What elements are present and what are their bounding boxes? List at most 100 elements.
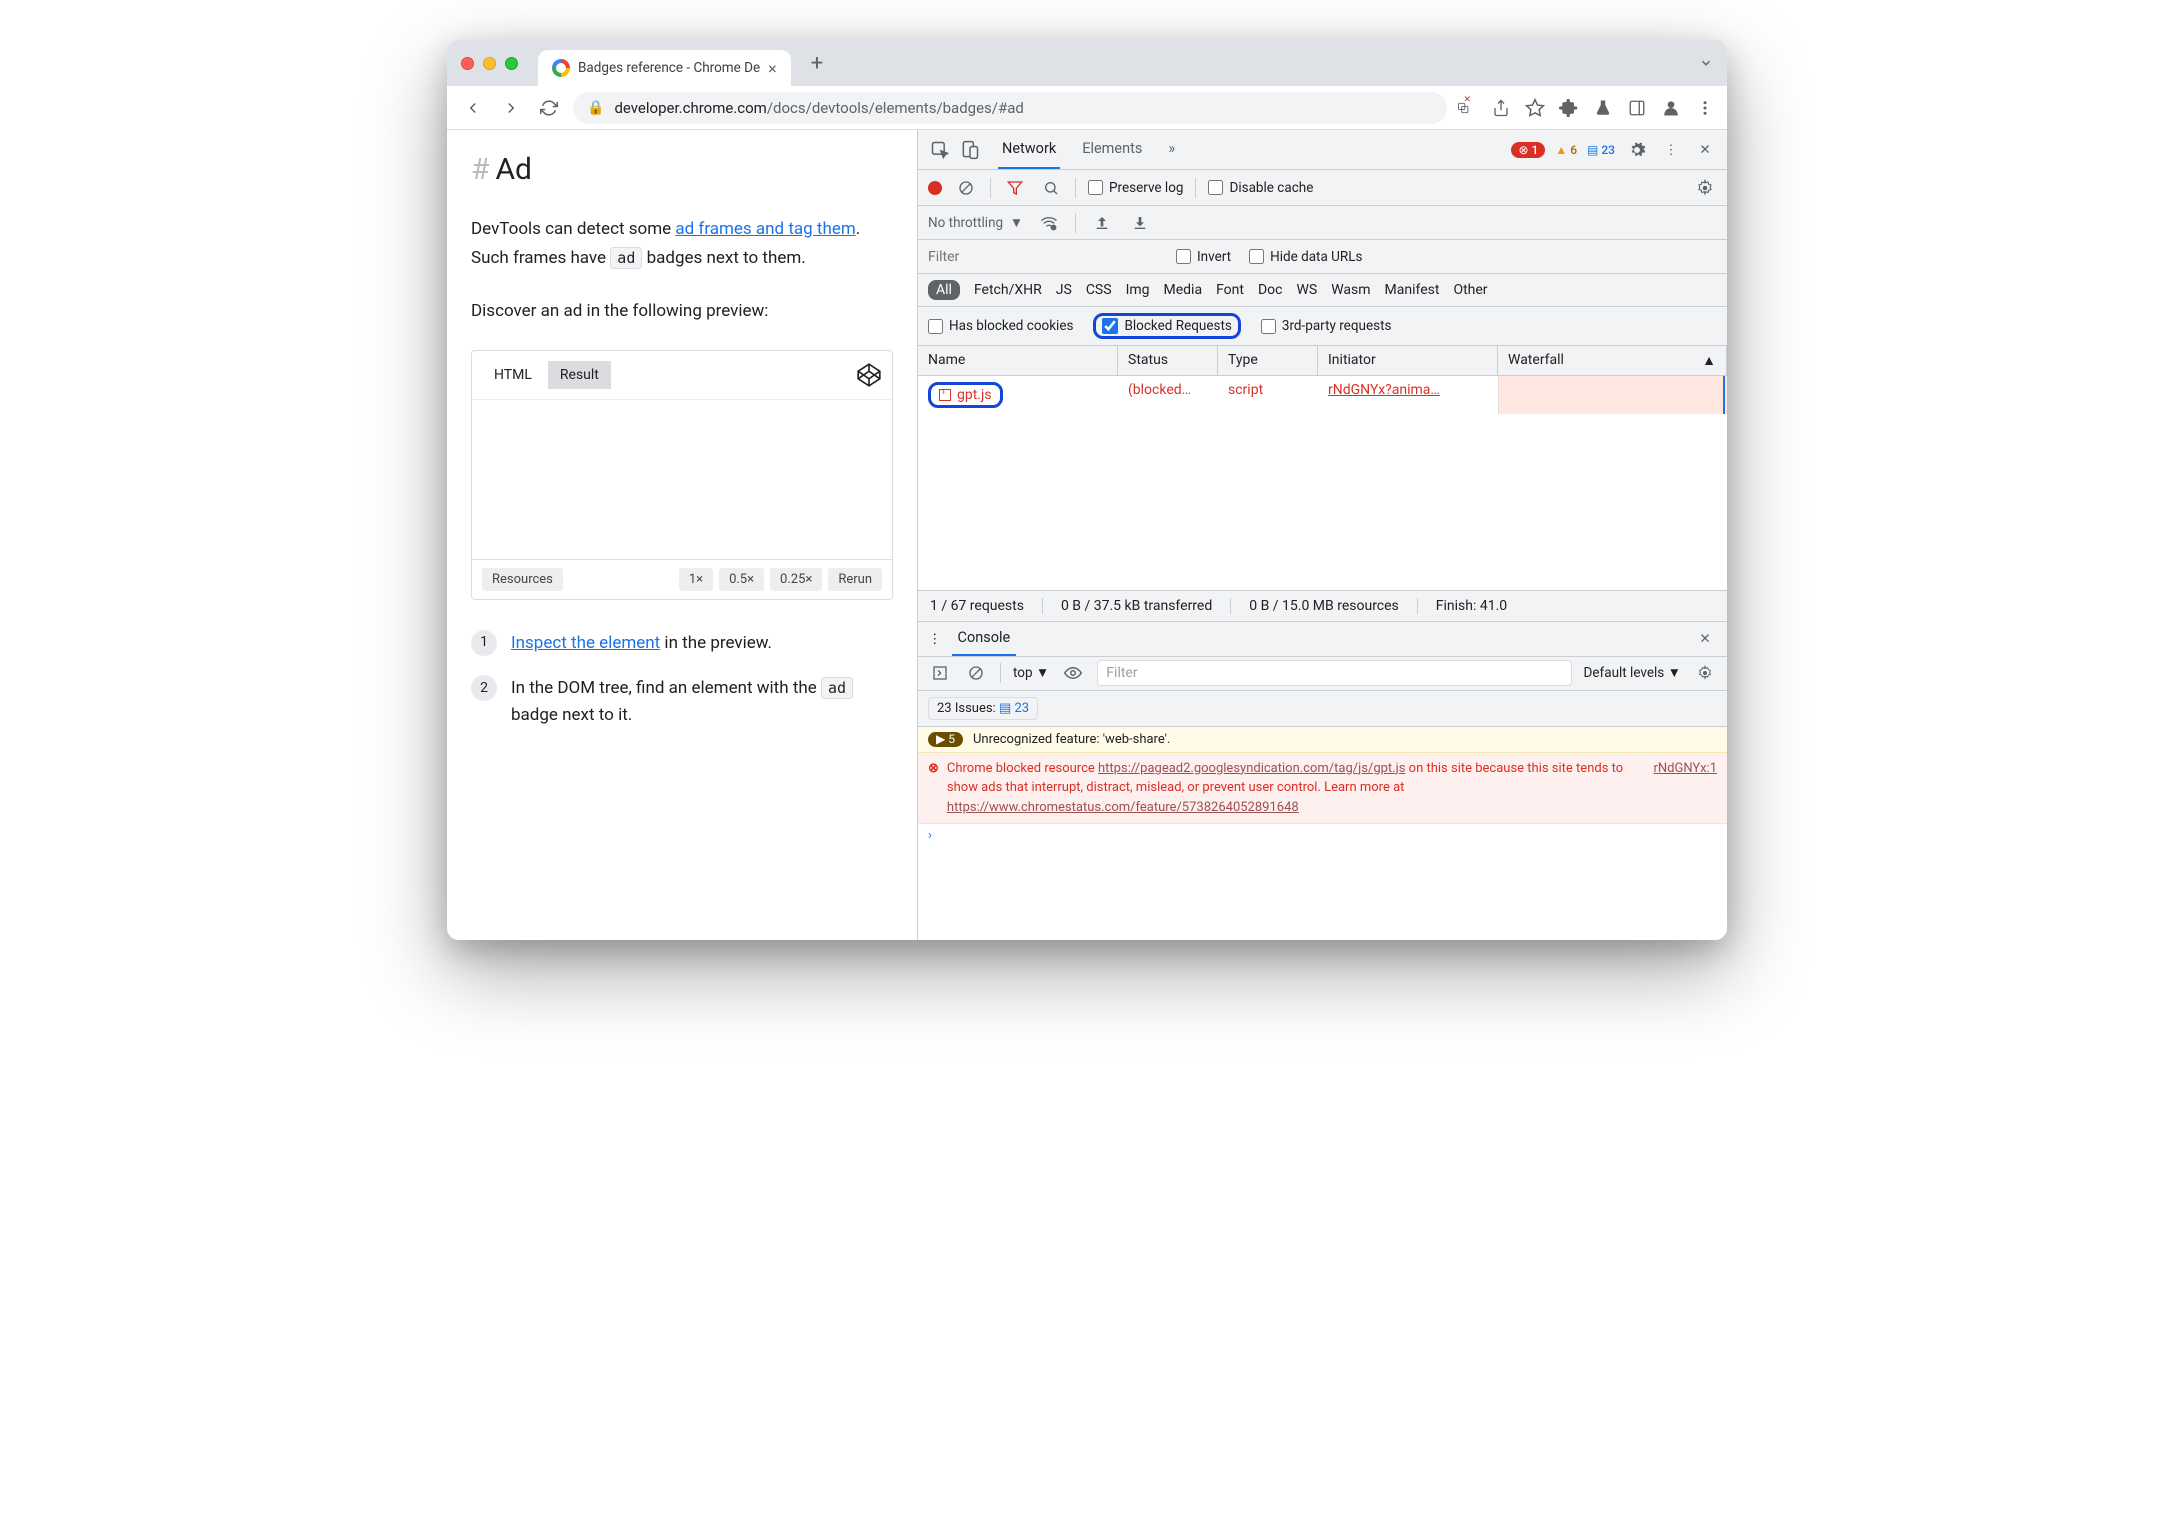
tab-elements[interactable]: Elements: [1078, 130, 1146, 169]
forward-button[interactable]: [497, 94, 525, 122]
tab-list-chevron-icon[interactable]: [1699, 56, 1713, 70]
extensions-icon[interactable]: [1559, 98, 1579, 118]
type-fetchxhr[interactable]: Fetch/XHR: [974, 282, 1042, 298]
network-conditions-icon[interactable]: [1037, 211, 1061, 235]
close-tab-button[interactable]: ×: [768, 59, 777, 78]
col-type[interactable]: Type: [1218, 346, 1318, 375]
preserve-log-checkbox[interactable]: Preserve log: [1088, 180, 1183, 196]
browser-tab[interactable]: Badges reference - Chrome De ×: [538, 50, 791, 86]
device-mode-icon[interactable]: [958, 138, 982, 162]
embed-zoom-05x[interactable]: 0.5×: [719, 568, 764, 591]
type-media[interactable]: Media: [1164, 282, 1203, 298]
bookmark-star-icon[interactable]: [1525, 98, 1545, 118]
download-har-icon[interactable]: [1128, 211, 1152, 235]
network-filter-input[interactable]: [928, 249, 1158, 265]
embed-tab-html[interactable]: HTML: [482, 361, 544, 389]
drawer-menu-icon[interactable]: ⋮: [928, 631, 942, 647]
translate-icon[interactable]: ✕: [1457, 98, 1477, 118]
error-source-link[interactable]: rNdGNYx:1: [1653, 759, 1717, 818]
throttling-select[interactable]: No throttling ▼: [928, 215, 1023, 231]
network-extra-filters: Has blocked cookies Blocked Requests 3rd…: [918, 307, 1727, 346]
clear-icon[interactable]: [954, 176, 978, 200]
type-other[interactable]: Other: [1453, 282, 1487, 298]
embed-rerun-button[interactable]: Rerun: [828, 568, 882, 591]
type-js[interactable]: JS: [1056, 282, 1072, 298]
log-levels-select[interactable]: Default levels ▼: [1584, 665, 1681, 681]
type-img[interactable]: Img: [1126, 282, 1150, 298]
info-count-badge[interactable]: 23: [1587, 143, 1615, 157]
new-tab-button[interactable]: +: [811, 51, 823, 76]
codepen-icon[interactable]: [856, 362, 882, 388]
console-warning-row[interactable]: ▶ 5 Unrecognized feature: 'web-share'.: [918, 727, 1727, 753]
clear-console-icon[interactable]: [964, 661, 988, 685]
reload-button[interactable]: [535, 94, 563, 122]
context-select[interactable]: top ▼: [1013, 665, 1049, 681]
devtools-menu-icon[interactable]: ⋮: [1659, 138, 1683, 162]
share-icon[interactable]: [1491, 98, 1511, 118]
request-initiator[interactable]: rNdGNYx?anima…: [1318, 376, 1498, 414]
blocked-resource-url[interactable]: https://pagead2.googlesyndication.com/ta…: [1098, 761, 1405, 776]
has-blocked-cookies-checkbox[interactable]: Has blocked cookies: [928, 318, 1073, 334]
search-icon[interactable]: [1039, 176, 1063, 200]
inspect-element-link[interactable]: Inspect the element: [511, 633, 660, 653]
console-sidebar-toggle-icon[interactable]: [928, 661, 952, 685]
live-expression-eye-icon[interactable]: [1061, 661, 1085, 685]
embed-result-pane[interactable]: [472, 400, 892, 560]
third-party-checkbox[interactable]: 3rd-party requests: [1261, 318, 1392, 334]
col-name[interactable]: Name: [918, 346, 1118, 375]
console-settings-gear-icon[interactable]: [1693, 661, 1717, 685]
type-font[interactable]: Font: [1216, 282, 1244, 298]
ad-frames-link[interactable]: ad frames and tag them: [675, 219, 855, 239]
profile-avatar-icon[interactable]: [1661, 98, 1681, 118]
request-type: script: [1218, 376, 1318, 414]
embed-zoom-025x[interactable]: 0.25×: [770, 568, 822, 591]
tab-title: Badges reference - Chrome De: [578, 60, 760, 76]
url-field[interactable]: 🔒 developer.chrome.com/docs/devtools/ele…: [573, 92, 1447, 124]
tab-network[interactable]: Network: [998, 130, 1060, 169]
type-all[interactable]: All: [928, 280, 960, 300]
type-doc[interactable]: Doc: [1258, 282, 1283, 298]
disable-cache-checkbox[interactable]: Disable cache: [1208, 180, 1313, 196]
issues-button[interactable]: 23 Issues: ▤ 23: [928, 697, 1038, 720]
more-tabs-icon[interactable]: »: [1164, 130, 1179, 169]
filter-funnel-icon[interactable]: [1003, 176, 1027, 200]
col-waterfall[interactable]: Waterfall▲: [1498, 346, 1727, 375]
labs-flask-icon[interactable]: [1593, 98, 1613, 118]
type-css[interactable]: CSS: [1086, 282, 1112, 298]
minimize-window-button[interactable]: [483, 57, 496, 70]
record-button[interactable]: [928, 181, 942, 195]
hide-data-urls-checkbox[interactable]: Hide data URLs: [1249, 249, 1362, 265]
close-devtools-button[interactable]: ✕: [1693, 138, 1717, 162]
error-count-badge[interactable]: 1: [1511, 142, 1545, 158]
col-status[interactable]: Status: [1118, 346, 1218, 375]
network-request-row[interactable]: gpt.js (blocked… script rNdGNYx?anima…: [918, 376, 1727, 414]
close-drawer-button[interactable]: ✕: [1693, 627, 1717, 651]
side-panel-icon[interactable]: [1627, 98, 1647, 118]
tab-console[interactable]: Console: [952, 621, 1017, 656]
invert-checkbox[interactable]: Invert: [1176, 249, 1231, 265]
inspect-element-icon[interactable]: [928, 138, 952, 162]
col-initiator[interactable]: Initiator: [1318, 346, 1498, 375]
type-wasm[interactable]: Wasm: [1331, 282, 1370, 298]
embed-zoom-1x[interactable]: 1×: [679, 568, 713, 591]
console-prompt[interactable]: ›: [918, 824, 1727, 847]
type-manifest[interactable]: Manifest: [1385, 282, 1440, 298]
warning-count-badge[interactable]: 6: [1555, 143, 1577, 157]
network-settings-gear-icon[interactable]: [1693, 176, 1717, 200]
type-ws[interactable]: WS: [1296, 282, 1317, 298]
settings-gear-icon[interactable]: [1625, 138, 1649, 162]
learn-more-url[interactable]: https://www.chromestatus.com/feature/573…: [947, 800, 1299, 815]
devtools-header: Network Elements » 1 6 23 ⋮ ✕: [918, 130, 1727, 170]
embed-resources-button[interactable]: Resources: [482, 568, 563, 591]
chrome-favicon-icon: [552, 59, 570, 77]
console-filter-input[interactable]: Filter: [1097, 660, 1571, 686]
maximize-window-button[interactable]: [505, 57, 518, 70]
console-error-row[interactable]: ⊗ Chrome blocked resource https://pagead…: [918, 753, 1727, 825]
tab-strip: Badges reference - Chrome De × +: [538, 45, 823, 81]
embed-tab-result[interactable]: Result: [548, 361, 611, 389]
close-window-button[interactable]: [461, 57, 474, 70]
back-button[interactable]: [459, 94, 487, 122]
upload-har-icon[interactable]: [1090, 211, 1114, 235]
blocked-requests-checkbox[interactable]: Blocked Requests: [1093, 313, 1240, 339]
browser-menu-icon[interactable]: [1695, 98, 1715, 118]
